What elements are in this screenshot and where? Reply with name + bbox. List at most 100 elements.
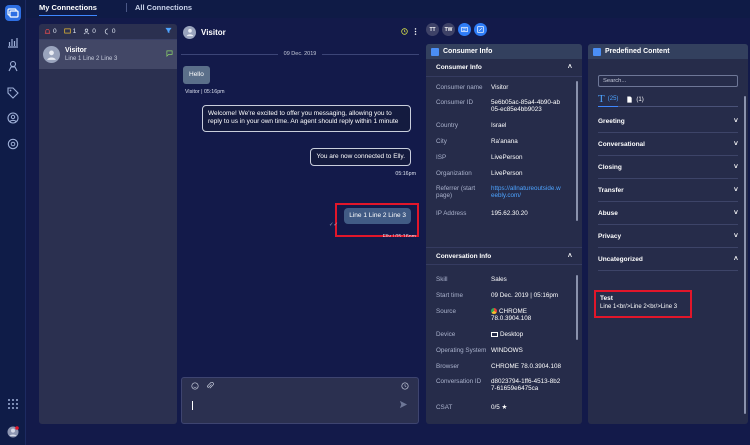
category-closing[interactable]: Closing ˅ [598, 156, 738, 179]
chevron-down-icon: ˅ [733, 232, 738, 240]
predefined-search-input[interactable]: Search... [598, 75, 738, 87]
chevron-up-icon: ˄ [733, 255, 738, 263]
read-receipt-icon: ✓✓ [329, 222, 338, 228]
info-key: City [436, 138, 447, 145]
category-label: Uncategorized [598, 255, 643, 263]
alert-counter[interactable]: 0 [44, 28, 57, 35]
info-key: Skill [436, 276, 448, 283]
content-type-tabs: T (25) (1) [598, 93, 738, 107]
predefined-content-header: Predefined Content [588, 44, 748, 59]
info-key: Start time [436, 292, 463, 299]
consumer-scrollbar[interactable] [576, 81, 578, 221]
consumer-info-toggle[interactable] [458, 23, 471, 36]
category-conversational[interactable]: Conversational ˅ [598, 133, 738, 156]
tab-all-connections[interactable]: All Connections [135, 3, 192, 12]
info-row: Start time 09 Dec. 2019 | 05:16pm [426, 292, 568, 299]
consumer-info-panel: Consumer Info Consumer Info ˄ Consumer n… [426, 44, 582, 424]
tab-file-content[interactable]: (1) [626, 93, 644, 107]
info-value: LivePerson [491, 170, 523, 177]
info-key: Device [436, 331, 456, 338]
category-label: Abuse [598, 209, 618, 217]
info-row: CSAT 0/5 ★ [426, 404, 517, 411]
predefined-scrollbar[interactable] [744, 96, 746, 414]
conversation-item-visitor[interactable]: Visitor Line 1 Line 2 Line 3 [39, 40, 177, 69]
conversation-section-title: Conversation Info [436, 252, 492, 260]
device-text: Desktop [500, 331, 524, 338]
category-uncategorized[interactable]: Uncategorized ˄ [598, 248, 738, 271]
conversation-info-rows: Skill Sales Start time 09 Dec. 2019 | 05:1… [426, 265, 582, 415]
message-input[interactable] [182, 396, 418, 415]
tab-text-content[interactable]: T (25) [598, 93, 619, 107]
source-text: CHROME 78.0.3904.108 [491, 308, 532, 322]
category-privacy[interactable]: Privacy ˅ [598, 225, 738, 248]
filter-icon[interactable] [165, 27, 172, 36]
attachment-icon[interactable] [206, 381, 214, 392]
chat-app-icon[interactable] [5, 5, 21, 21]
info-value: CHROME 78.0.3904.108 [491, 363, 562, 370]
chevron-down-icon: ˅ [733, 186, 738, 194]
analytics-icon[interactable] [5, 34, 21, 50]
conversation-info-section[interactable]: Conversation Info ˄ [426, 247, 582, 265]
category-list: Greeting ˅ Conversational ˅ Closing ˅ Trans… [588, 110, 748, 271]
device-value: Desktop [491, 331, 523, 338]
info-row: City Ra'anana [426, 138, 528, 145]
consumer-info-title: Consumer Info [443, 48, 493, 55]
referrer-link[interactable]: https://allnatureoutside.weebly.com/ [491, 185, 563, 199]
conversation-scrollbar[interactable] [576, 275, 578, 340]
info-row: Country Israel [426, 122, 516, 129]
tt-button[interactable]: TT [426, 23, 439, 36]
category-abuse[interactable]: Abuse ˅ [598, 202, 738, 225]
agent-avatar[interactable] [5, 424, 21, 440]
category-greeting[interactable]: Greeting ˅ [598, 110, 738, 133]
user-icon[interactable] [5, 110, 21, 126]
emoji-icon[interactable] [191, 382, 199, 392]
text-caret [192, 401, 193, 410]
consumer-info-rows: Consumer name Visitor Consumer ID 5e6b05ac… [426, 77, 582, 250]
info-key: CSAT [436, 404, 453, 411]
predefined-content-icon [593, 47, 601, 56]
text-type-icon: T [598, 93, 605, 105]
predefined-content-title: Predefined Content [605, 48, 670, 55]
settings-icon[interactable] [5, 136, 21, 152]
predefined-item-test[interactable]: Test Line 1<br/>Line 2<br/>Line 3 [594, 290, 692, 318]
info-key: Country [436, 122, 459, 129]
chevron-down-icon: ˅ [733, 140, 738, 148]
info-row: Device Desktop [426, 331, 533, 338]
edit-note-icon [477, 26, 484, 33]
info-row: Operating System WINDOWS [426, 347, 533, 354]
waiting-count: 0 [111, 28, 116, 35]
waiting-counter[interactable]: 0 [103, 28, 116, 35]
chevron-down-icon: ˅ [733, 163, 738, 171]
tag-icon[interactable] [5, 85, 21, 101]
pending-counter[interactable]: 1 [63, 28, 76, 35]
chevron-down-icon: ˅ [733, 117, 738, 125]
info-value[interactable]: d8023794-1ff6-4513-8b27-61659e6475ca [491, 378, 561, 392]
left-rail [0, 0, 26, 445]
info-key: Consumer ID [436, 99, 474, 106]
date-line-right [322, 53, 419, 55]
apps-grid-icon[interactable] [5, 396, 21, 412]
status-clock-icon[interactable] [401, 27, 408, 37]
predefined-content-toggle[interactable] [474, 23, 487, 36]
info-value[interactable]: 5e6b05ac-85a4-4b90-ab05-ec85e4bb9023 [491, 99, 561, 113]
send-icon[interactable] [399, 400, 408, 411]
chevron-up-icon: ˄ [567, 64, 572, 71]
chat-visitor-avatar [183, 25, 196, 39]
conversation-list: 0 1 0 0 Visitor Line 1 Line 2 Line 3 [39, 24, 177, 424]
more-options-icon[interactable] [414, 27, 417, 38]
info-key: Organization [436, 170, 472, 177]
category-transfer[interactable]: Transfer ˅ [598, 179, 738, 202]
tab-my-connections[interactable]: My Connections [39, 3, 97, 16]
tw-button[interactable]: TW [442, 23, 455, 36]
assigned-counter[interactable]: 0 [83, 28, 96, 35]
info-row: Consumer ID 5e6b05ac-85a4-4b90-ab05-ec85e… [426, 99, 576, 113]
consumer-info-section[interactable]: Consumer Info ˄ [426, 59, 582, 77]
info-row: Conversation ID d8023794-1ff6-4513-8b27-6… [426, 378, 576, 392]
conversation-list-header: 0 1 0 0 [39, 24, 177, 40]
info-key: Source [436, 308, 456, 315]
predefined-content-panel: Predefined Content Search... T (25) (1) … [588, 44, 748, 424]
schedule-clock-icon[interactable] [401, 382, 409, 392]
text-content-count: (25) [607, 96, 619, 102]
info-row: Referrer (start page) https://allnatureou… [426, 185, 576, 199]
bot-icon[interactable] [5, 58, 21, 74]
